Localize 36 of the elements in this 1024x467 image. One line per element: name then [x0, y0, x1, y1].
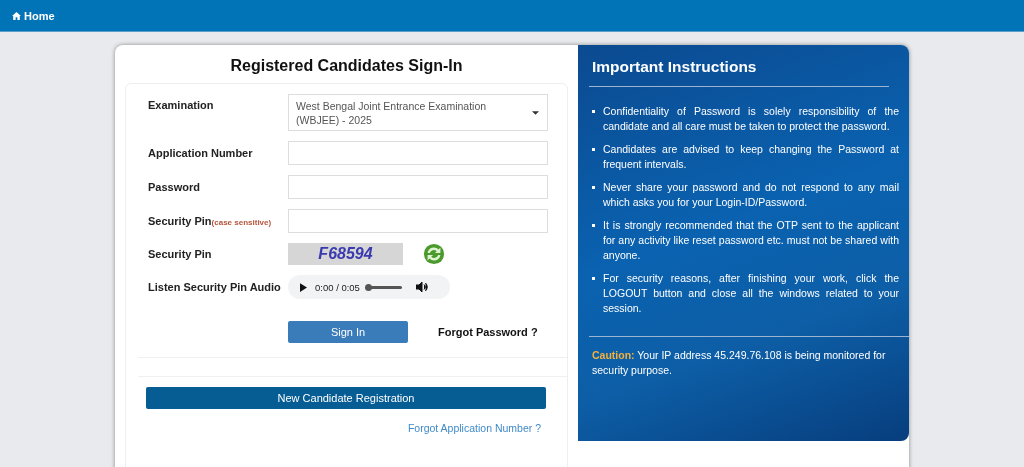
instruction-text: For security reasons, after finishing your work, click the LOGOUT button and close all the windows related to your session.: [603, 271, 899, 316]
bullet-icon: [592, 110, 595, 113]
audio-time: 0:00 / 0:05: [315, 281, 360, 293]
bullet-icon: [592, 277, 595, 280]
forgot-password-link[interactable]: Forgot Password ?: [438, 326, 538, 338]
home-icon: [12, 11, 21, 20]
input-field[interactable]: [288, 209, 548, 233]
bullet-icon: [592, 148, 595, 151]
instruction-text: Candidates are advised to keep changing the Password at frequent intervals.: [603, 142, 899, 172]
home-link[interactable]: Home: [12, 9, 55, 22]
instruction-text: It is strongly recommended that the OTP sent to the applicant for any activity like reset password etc. must not be shared with anyone.: [603, 218, 899, 263]
refresh-icon[interactable]: [423, 243, 445, 265]
audio-seek-slider[interactable]: [367, 285, 402, 289]
sign-in-button[interactable]: Sign In: [288, 321, 408, 343]
captcha-image: F68594: [288, 243, 403, 265]
field-label: Examination: [148, 98, 215, 111]
caution-text: Caution: Your IP address 45.249.76.108 is being monitored for security purpose.: [592, 348, 887, 378]
bullet-icon: [592, 224, 595, 227]
forgot-application-number-link[interactable]: Forgot Application Number ?: [407, 422, 541, 434]
bullet-icon: [592, 186, 595, 189]
new-registration-button[interactable]: New Candidate Registration: [146, 387, 546, 409]
instructions-title: Important Instructions: [592, 58, 758, 76]
field-label: Security Pin(case sensitive): [148, 215, 273, 227]
play-icon[interactable]: [300, 282, 307, 292]
input-field[interactable]: [288, 175, 548, 199]
volume-icon[interactable]: [415, 282, 428, 292]
instruction-text: Never share your password and do not respond to any mail which asks you for your Login-ID/Password.: [603, 180, 899, 210]
examination-select[interactable]: West Bengal Joint Entrance Examination (WBJEE) - 2025: [288, 94, 548, 131]
form-title: Registered Candidates Sign-In: [229, 57, 464, 75]
caret-icon: [532, 110, 539, 115]
instruction-text: Confidentiality of Password is solely responsibility of the candidate and all care must be taken to protect the password.: [603, 104, 899, 134]
field-label: Password: [148, 181, 201, 193]
field-label: Security Pin: [148, 248, 213, 260]
input-field[interactable]: [288, 141, 548, 165]
field-label: Listen Security Pin Audio: [148, 281, 282, 293]
field-label: Application Number: [148, 147, 254, 159]
